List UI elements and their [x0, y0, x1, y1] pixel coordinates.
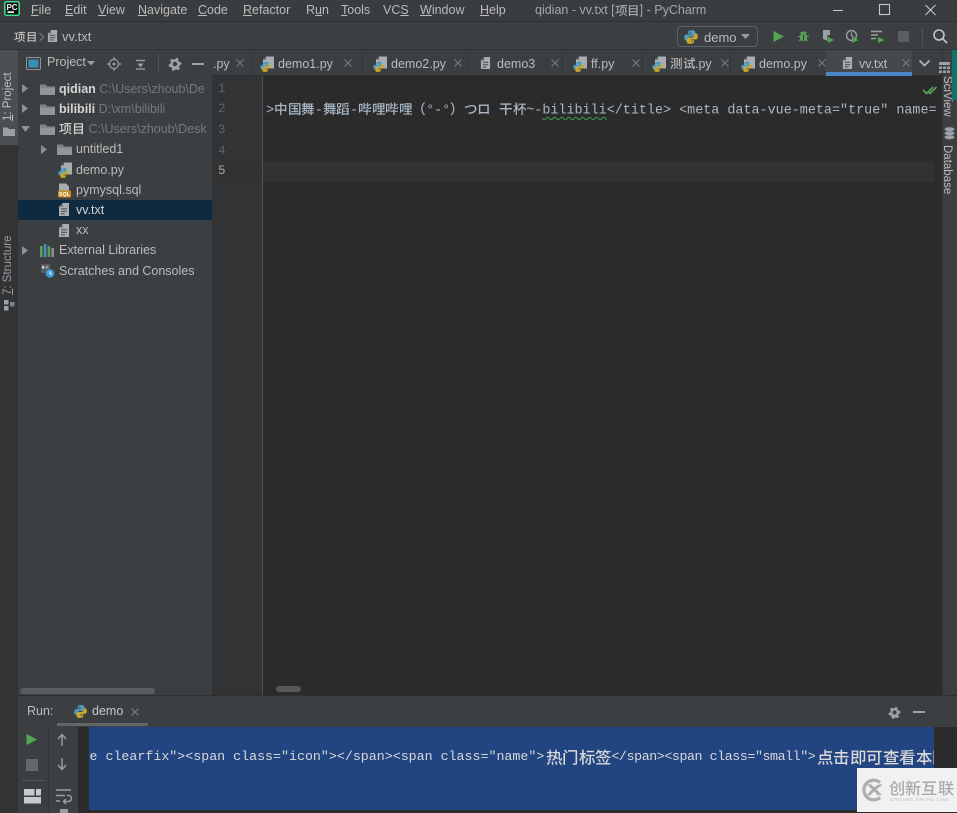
- svg-text:SQL: SQL: [59, 192, 71, 198]
- svg-text:PC: PC: [6, 2, 17, 11]
